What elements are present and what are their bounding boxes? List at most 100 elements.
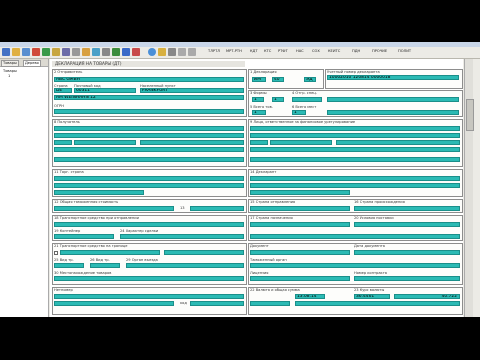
grid-icon[interactable]: [62, 48, 70, 56]
new-doc-icon[interactable]: [2, 48, 10, 56]
print-icon[interactable]: [32, 48, 40, 56]
save-icon[interactable]: [22, 48, 30, 56]
sender-country-field[interactable]: DE: [54, 88, 72, 93]
recipient-extra-field[interactable]: [54, 157, 244, 162]
flow-field[interactable]: [54, 294, 244, 299]
decl-type-2-field[interactable]: 40: [272, 77, 284, 82]
forms-field[interactable]: 1: [252, 97, 264, 102]
info-tag[interactable]: ТЛРТЛ: [208, 49, 220, 53]
financial-zip-field[interactable]: [270, 140, 332, 145]
financial-name-field-2[interactable]: [250, 133, 460, 138]
totals-field[interactable]: [354, 276, 460, 281]
tree-root[interactable]: Товары: [3, 69, 17, 73]
check-icon[interactable]: [42, 48, 50, 56]
trade-field[interactable]: [54, 176, 244, 181]
financial-street-field[interactable]: [250, 147, 460, 152]
mode25-field[interactable]: [54, 263, 84, 268]
recipient-name-field[interactable]: [54, 126, 244, 131]
reg-number-field[interactable]: 10002010 120814 0000018: [327, 75, 459, 80]
tree-child[interactable]: 1: [8, 74, 10, 78]
sender-city-field[interactable]: FRANKFURT: [140, 88, 244, 93]
mode26-field[interactable]: [90, 263, 120, 268]
info-tag[interactable]: ПДН: [352, 49, 360, 53]
sum-field[interactable]: 40.722: [394, 294, 460, 299]
counts-extra-field[interactable]: [327, 97, 459, 102]
items-field[interactable]: 1: [252, 110, 266, 115]
info-icon[interactable]: [148, 48, 156, 56]
sender-extra-field[interactable]: [54, 109, 244, 114]
recipient-name-field-2[interactable]: [54, 133, 244, 138]
tab-goods[interactable]: Товары: [1, 60, 19, 67]
info-tag[interactable]: РТФТ: [278, 49, 288, 53]
date-field[interactable]: 13.08.14: [295, 294, 325, 299]
currency-field-2[interactable]: [295, 301, 460, 306]
flow-field-2[interactable]: [54, 301, 174, 306]
recipient-country-field[interactable]: [54, 140, 72, 145]
info-tag[interactable]: НАС: [296, 49, 304, 53]
recipient-street-field[interactable]: [54, 147, 244, 152]
spec-field[interactable]: [292, 97, 322, 102]
trade-field-3[interactable]: [54, 190, 144, 195]
dest-field[interactable]: [250, 222, 350, 227]
more2-icon[interactable]: [188, 48, 196, 56]
trade-field-2[interactable]: [54, 183, 244, 188]
rate-field[interactable]: 36.4461: [354, 294, 390, 299]
office-field[interactable]: [250, 263, 460, 268]
declarant-field-3[interactable]: [250, 190, 350, 195]
place29-field[interactable]: [126, 263, 244, 268]
transport-field[interactable]: [54, 222, 244, 227]
goods-field[interactable]: [54, 276, 244, 281]
valid-field[interactable]: [354, 250, 460, 255]
cost-field[interactable]: [54, 206, 174, 211]
forms-field-2[interactable]: 1: [272, 97, 284, 102]
flow-code-field[interactable]: [190, 301, 244, 306]
declarant-field-2[interactable]: [250, 183, 460, 188]
recipient-zip-field[interactable]: [74, 140, 136, 145]
places-field[interactable]: 1: [292, 110, 306, 115]
currency-field[interactable]: [250, 301, 290, 306]
counts-extra-field-2[interactable]: [327, 110, 459, 115]
settings-icon[interactable]: [102, 48, 110, 56]
vertical-scrollbar[interactable]: [464, 59, 474, 317]
container-field[interactable]: [54, 234, 114, 239]
declarant-field[interactable]: [250, 176, 460, 181]
list-icon[interactable]: [122, 48, 130, 56]
info-tag[interactable]: СОХ: [312, 49, 320, 53]
border-field-2[interactable]: [164, 250, 244, 255]
dispatch-field[interactable]: [250, 206, 350, 211]
calc-icon[interactable]: [52, 48, 60, 56]
delivery-field-2[interactable]: [250, 234, 460, 239]
globe-icon[interactable]: [112, 48, 120, 56]
tools-icon[interactable]: [168, 48, 176, 56]
info-tag[interactable]: ПРОЧИЕ: [372, 49, 387, 53]
open-folder-icon[interactable]: [12, 48, 20, 56]
origin-field[interactable]: [354, 206, 460, 211]
border-field[interactable]: [60, 250, 160, 255]
tab-tree[interactable]: Дерево: [23, 60, 41, 67]
info-tag[interactable]: КТС: [264, 49, 271, 53]
financial-country-field[interactable]: [250, 140, 268, 145]
bank-field[interactable]: [120, 234, 244, 239]
more-icon[interactable]: [178, 48, 186, 56]
decl-type-1-field[interactable]: ИМ: [252, 77, 266, 82]
scrollbar-thumb[interactable]: [466, 99, 474, 131]
recipient-city-field[interactable]: [140, 140, 244, 145]
info-tag[interactable]: ПОЛИТ: [398, 49, 411, 53]
info-tag[interactable]: КЕИТС: [328, 49, 340, 53]
copy-icon[interactable]: [72, 48, 80, 56]
delivery-field[interactable]: [354, 222, 460, 227]
info-tag[interactable]: МРТ-РТН: [226, 49, 242, 53]
sender-name-field[interactable]: ABC GMBH: [54, 77, 244, 82]
delete-icon[interactable]: [132, 48, 140, 56]
star-icon[interactable]: [158, 48, 166, 56]
import-icon[interactable]: [92, 48, 100, 56]
border-checkbox[interactable]: [54, 251, 58, 255]
info-tag[interactable]: КДТ: [250, 49, 258, 53]
financial-name-field[interactable]: [250, 126, 460, 131]
code-field[interactable]: [190, 206, 244, 211]
sender-street-field[interactable]: AM WEINHAHN 12: [54, 95, 244, 100]
docs-field[interactable]: [250, 250, 350, 255]
decl-type-3-field[interactable]: ЭД: [304, 77, 316, 82]
financial-city-field[interactable]: [336, 140, 460, 145]
license-field[interactable]: [250, 276, 350, 281]
